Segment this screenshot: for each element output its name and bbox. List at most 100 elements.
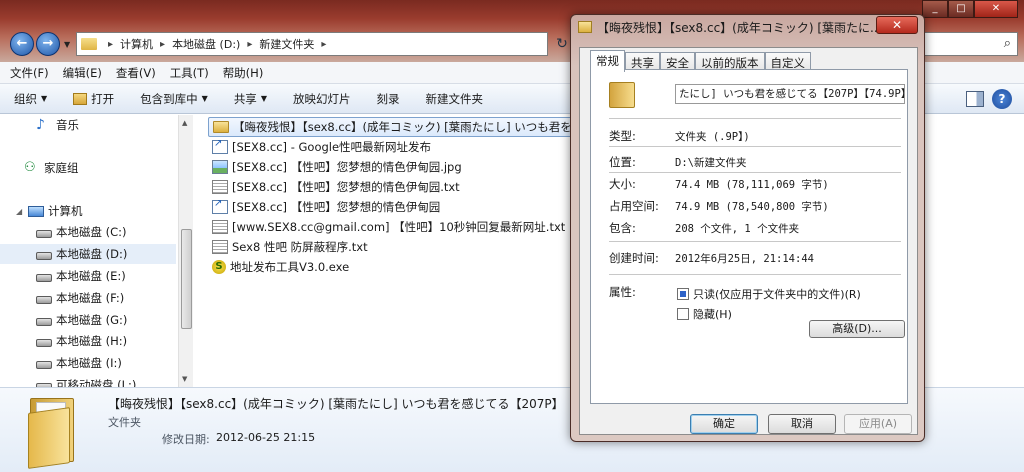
breadcrumb-separator-icon[interactable]: ▸ (108, 39, 113, 50)
menu-help[interactable]: 帮助(H) (223, 65, 264, 81)
image-icon (212, 160, 228, 174)
folder-icon (81, 38, 97, 50)
minimize-icon[interactable]: _ (922, 0, 948, 18)
list-item[interactable]: [SEX8.cc] - Google性吧最新网址发布 (208, 137, 588, 157)
breadcrumb-separator-icon[interactable]: ▸ (160, 39, 165, 50)
list-item[interactable]: [SEX8.cc] 【性吧】您梦想的情色伊甸园.jpg (208, 157, 588, 177)
address-bar[interactable]: ▸ 计算机 ▸ 本地磁盘 (D:) ▸ 新建文件夹 ▸ (76, 32, 548, 56)
share-button[interactable]: 共享 ▼ (234, 91, 267, 107)
folder-icon (609, 82, 635, 108)
nav-item-computer[interactable]: ◢ 计算机 (16, 201, 83, 221)
nav-item-drive-h[interactable]: 本地磁盘 (H:) (36, 331, 127, 351)
hard-drive-icon (36, 361, 52, 369)
tab-general[interactable]: 常规 (590, 50, 625, 72)
hard-drive-icon (36, 274, 52, 282)
advanced-button[interactable]: 高级(D)... (809, 320, 905, 338)
slideshow-button[interactable]: 放映幻灯片 (293, 91, 351, 107)
homegroup-icon: ⚇ (24, 160, 36, 175)
nav-item-drive-l[interactable]: 可移动磁盘 (L:) (36, 375, 136, 387)
help-icon[interactable]: ? (992, 89, 1012, 109)
list-item[interactable]: [SEX8.cc] 【性吧】您梦想的情色伊甸园 (208, 197, 588, 217)
list-item[interactable]: [www.SEX8.cc@gmail.com] 【性吧】10秒钟回复最新网址.t… (208, 217, 588, 237)
close-icon[interactable]: ✕ (876, 16, 918, 34)
exe-icon: S (212, 260, 226, 274)
nav-item-drive-g[interactable]: 本地磁盘 (G:) (36, 310, 127, 330)
size-value: 74.4 MB (78,111,069 字节) (675, 179, 829, 191)
divider (609, 118, 901, 119)
scroll-up-icon[interactable]: ▲ (182, 119, 187, 127)
forward-arrow-icon[interactable]: → (36, 32, 60, 56)
nav-item-homegroup[interactable]: ⚇ 家庭组 (24, 158, 79, 178)
nav-item-drive-f[interactable]: 本地磁盘 (F:) (36, 288, 124, 308)
readonly-label: 只读(仅应用于文件夹中的文件)(R) (693, 288, 861, 301)
windows-drive-icon (36, 230, 52, 238)
divider (609, 172, 901, 173)
created-value: 2012年6月25日, 21:14:44 (675, 253, 814, 265)
back-arrow-icon[interactable]: ← (10, 32, 34, 56)
nav-label: 本地磁盘 (D:) (56, 247, 128, 261)
hard-drive-icon (36, 339, 52, 347)
nav-item-drive-i[interactable]: 本地磁盘 (I:) (36, 353, 122, 373)
type-value: 文件夹 (.9P】) (675, 131, 750, 143)
organize-button[interactable]: 组织 ▼ (14, 91, 47, 107)
burn-button[interactable]: 刻录 (376, 91, 399, 107)
dropdown-arrow-icon: ▼ (201, 94, 208, 103)
close-icon[interactable]: ✕ (974, 0, 1018, 18)
nav-item-drive-e[interactable]: 本地磁盘 (E:) (36, 266, 126, 286)
dropdown-arrow-icon: ▼ (260, 94, 267, 103)
navigation-scrollbar[interactable]: ▲ ▼ (178, 115, 193, 387)
location-value: D:\新建文件夹 (675, 157, 747, 169)
preview-pane-icon[interactable] (966, 91, 984, 107)
apply-button[interactable]: 应用(A) (844, 414, 912, 434)
menu-edit[interactable]: 编辑(E) (63, 65, 102, 81)
file-list: 【晦夜残恨】【sex8.cc】(成年コミック) [葉雨たにし] いつも君を感じて… (208, 117, 588, 387)
folder-name-field[interactable]: たにし] いつも君を感じてる【207P】【74.9P】 (675, 84, 905, 104)
text-file-icon (212, 180, 228, 194)
navigation-pane: ♪ 音乐 ⚇ 家庭组 ◢ 计算机 本地磁盘 (C:) 本地磁盘 (D:) 本地磁… (0, 115, 178, 387)
nav-label: 本地磁盘 (E:) (56, 269, 126, 283)
scrollbar-thumb[interactable] (181, 229, 192, 329)
hard-drive-icon (36, 296, 52, 304)
maximize-icon[interactable]: □ (948, 0, 974, 18)
breadcrumb-drive-d[interactable]: 本地磁盘 (D:) (172, 36, 240, 52)
search-icon[interactable]: ⌕ (1004, 36, 1011, 51)
divider (609, 241, 901, 242)
readonly-checkbox[interactable]: 只读(仅应用于文件夹中的文件)(R) (677, 286, 861, 302)
dialog-body: 常规 共享 安全 以前的版本 自定义 たにし] いつも君を感じてる【207P】【… (579, 47, 918, 435)
breadcrumb-separator-icon[interactable]: ▸ (247, 39, 252, 50)
type-label: 类型: (609, 129, 636, 143)
nav-item-drive-c[interactable]: 本地磁盘 (C:) (36, 222, 127, 242)
list-item[interactable]: 【晦夜残恨】【sex8.cc】(成年コミック) [葉雨たにし] いつも君を感じて… (208, 117, 588, 137)
menu-tools[interactable]: 工具(T) (170, 65, 209, 81)
hard-drive-icon (36, 318, 52, 326)
refresh-icon[interactable]: ↻ (552, 34, 572, 54)
nav-item-music[interactable]: ♪ 音乐 (36, 115, 79, 135)
scroll-down-icon[interactable]: ▼ (182, 375, 187, 383)
open-label: 打开 (91, 91, 115, 106)
large-folder-icon (28, 396, 76, 469)
new-folder-button[interactable]: 新建文件夹 (425, 91, 483, 107)
ok-button[interactable]: 确定 (690, 414, 758, 434)
nav-item-drive-d[interactable]: 本地磁盘 (D:) (0, 244, 176, 264)
list-item[interactable]: S 地址发布工具V3.0.exe (208, 257, 588, 277)
breadcrumb-computer[interactable]: 计算机 (120, 36, 153, 52)
menu-file[interactable]: 文件(F) (10, 65, 49, 81)
menu-view[interactable]: 查看(V) (116, 65, 156, 81)
checkbox-icon (677, 308, 689, 320)
nav-label: 本地磁盘 (I:) (56, 356, 122, 370)
divider (609, 146, 901, 147)
breadcrumb-new-folder[interactable]: 新建文件夹 (259, 36, 314, 52)
open-button[interactable]: 打开 (73, 91, 114, 107)
breadcrumb-separator-icon[interactable]: ▸ (321, 39, 326, 50)
expand-arrow-icon[interactable]: ◢ (16, 207, 28, 216)
share-label: 共享 (233, 91, 257, 106)
include-in-library-button[interactable]: 包含到库中 ▼ (140, 91, 208, 107)
window-controls: _ □ ✕ (922, 0, 1018, 18)
search-input[interactable]: ⌕ (918, 32, 1018, 56)
details-date-label: 修改日期: (162, 433, 210, 446)
list-item[interactable]: [SEX8.cc] 【性吧】您梦想的情色伊甸园.txt (208, 177, 588, 197)
list-item[interactable]: Sex8 性吧 防屏蔽程序.txt (208, 237, 588, 257)
cancel-button[interactable]: 取消 (768, 414, 836, 434)
hidden-checkbox[interactable]: 隐藏(H) (677, 306, 732, 322)
recent-pages-dropdown-icon[interactable]: ▼ (64, 40, 70, 49)
